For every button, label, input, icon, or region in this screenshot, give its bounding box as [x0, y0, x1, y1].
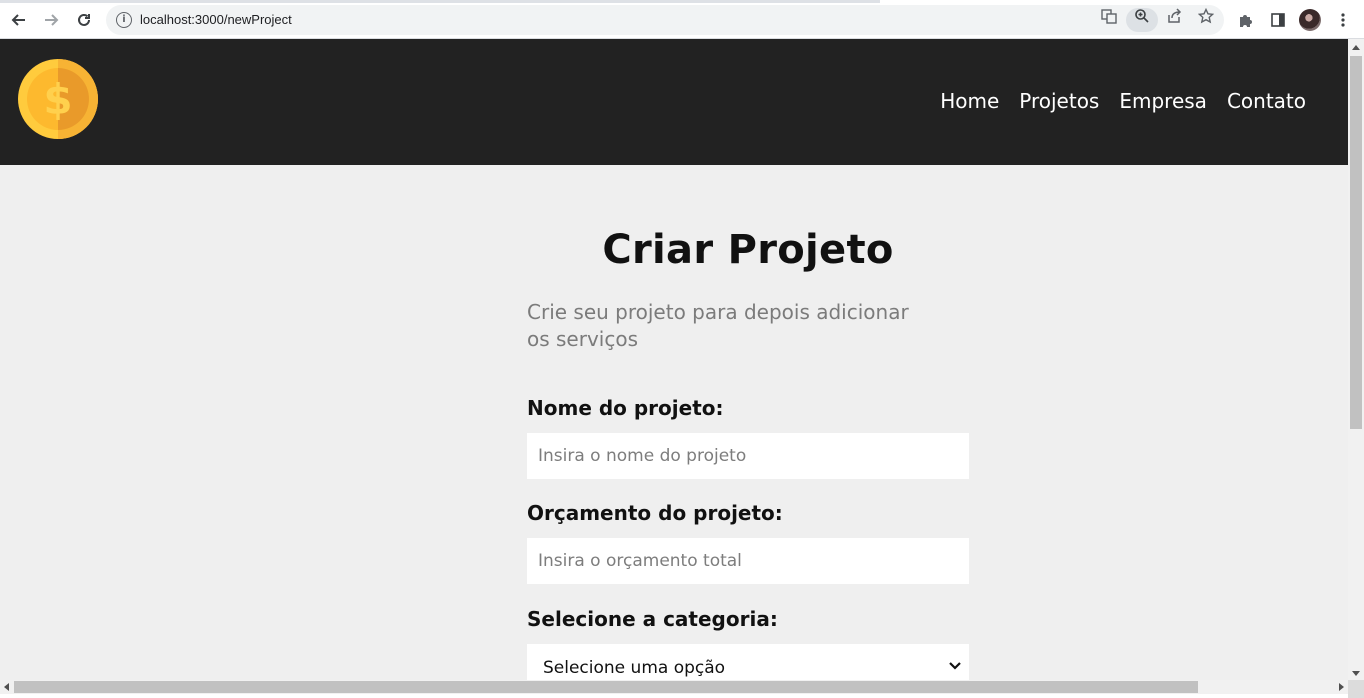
category-label: Selecione a categoria: [527, 607, 778, 631]
svg-text:$: $ [43, 75, 72, 124]
extensions-puzzle-icon[interactable] [1236, 10, 1256, 30]
project-budget-input[interactable]: Insira o orçamento total [527, 538, 969, 584]
vertical-scroll-thumb[interactable] [1350, 56, 1362, 429]
profile-avatar[interactable] [1299, 9, 1321, 31]
share-icon[interactable] [1165, 7, 1183, 25]
main-menu: Home Projetos Empresa Contato [940, 89, 1306, 113]
nav-link-empresa[interactable]: Empresa [1119, 89, 1207, 113]
nav-link-home[interactable]: Home [940, 89, 999, 113]
scroll-up-arrow-icon[interactable] [1352, 45, 1360, 50]
browser-toolbar: i localhost:3000/newProject [0, 0, 1364, 39]
page-subtitle: Crie seu projeto para depois adicionar o… [527, 300, 909, 351]
scroll-right-arrow-icon[interactable] [1339, 683, 1344, 691]
scroll-left-arrow-icon[interactable] [4, 683, 9, 691]
scroll-down-arrow-icon[interactable] [1352, 671, 1360, 676]
address-bar[interactable]: i localhost:3000/newProject [106, 5, 1224, 35]
category-selected-value: Selecione uma opção [543, 658, 726, 678]
scrollbar-corner [1348, 680, 1364, 698]
bookmark-star-icon[interactable] [1197, 7, 1215, 25]
horizontal-scroll-thumb[interactable] [14, 681, 1198, 693]
site-info-icon[interactable]: i [116, 12, 132, 28]
vertical-scrollbar[interactable] [1348, 39, 1364, 680]
nav-link-projetos[interactable]: Projetos [1019, 89, 1099, 113]
translate-icon[interactable] [1100, 7, 1118, 25]
zoom-icon[interactable] [1133, 7, 1151, 25]
coin-logo-icon[interactable]: $ [18, 59, 98, 139]
page-title: Criar Projeto [602, 227, 894, 273]
project-name-label: Nome do projeto: [527, 396, 724, 420]
side-panel-icon[interactable] [1268, 10, 1288, 30]
horizontal-scrollbar[interactable] [0, 680, 1348, 694]
forward-arrow-icon[interactable] [40, 9, 62, 31]
project-name-input[interactable]: Insira o nome do projeto [527, 433, 969, 479]
reload-icon[interactable] [73, 9, 95, 31]
menu-kebab-icon[interactable] [1333, 10, 1353, 30]
chevron-down-icon [947, 658, 963, 674]
address-url[interactable]: localhost:3000/newProject [140, 12, 292, 27]
window-bottom-edge [0, 694, 1348, 698]
tab-strip-edge [0, 0, 880, 3]
back-arrow-icon[interactable] [8, 9, 30, 31]
site-navbar: $ Home Projetos Empresa Contato [0, 39, 1348, 165]
project-budget-label: Orçamento do projeto: [527, 501, 783, 525]
nav-link-contato[interactable]: Contato [1227, 89, 1306, 113]
